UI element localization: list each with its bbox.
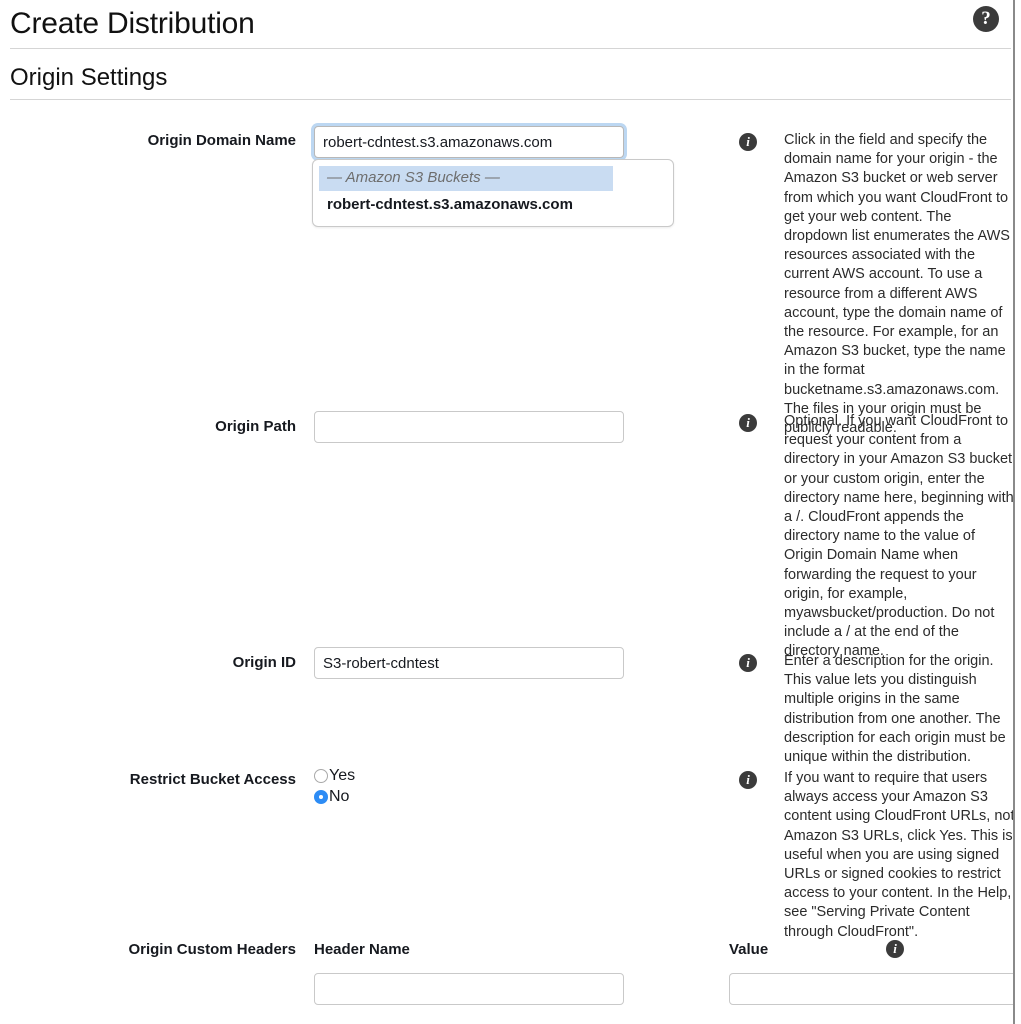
info-circle-icon: i <box>739 654 757 672</box>
section-divider <box>10 99 1011 100</box>
value-column-label: Value <box>729 941 769 958</box>
origin-path-label: Origin Path <box>215 418 296 435</box>
section-title: Origin Settings <box>10 64 168 91</box>
origin-id-input[interactable] <box>314 647 624 679</box>
origin-domain-name-input[interactable] <box>314 126 624 158</box>
radio-checked-icon[interactable] <box>314 789 328 804</box>
create-distribution-page: Create Distribution ? Origin Settings Or… <box>0 0 1021 1024</box>
page-header: Create Distribution <box>10 4 1005 46</box>
vertical-scrollbar[interactable] <box>1013 0 1021 1024</box>
origin-path-input[interactable] <box>314 411 624 443</box>
header-divider <box>10 48 1011 49</box>
origin-domain-name-dropdown[interactable]: — Amazon S3 Buckets — robert-cdntest.s3.… <box>312 159 674 227</box>
origin-custom-headers-label: Origin Custom Headers <box>128 941 296 958</box>
radio-unchecked-icon[interactable] <box>314 768 328 783</box>
origin-domain-name-help-text: Click in the field and specify the domai… <box>784 132 1010 437</box>
restrict-bucket-access-radio-group[interactable]: Yes No <box>314 765 355 807</box>
restrict-bucket-access-option-yes-label: Yes <box>329 766 356 784</box>
restrict-bucket-access-option-no-label: No <box>329 787 350 805</box>
restrict-bucket-access-option-no[interactable]: No <box>314 786 355 807</box>
restrict-bucket-access-label: Restrict Bucket Access <box>129 771 296 788</box>
help-badge-icon[interactable]: ? <box>973 6 999 32</box>
header-value-input[interactable] <box>729 973 1021 1005</box>
info-circle-icon: i <box>739 414 757 432</box>
info-circle-icon: i <box>739 133 757 151</box>
dropdown-option-s3-bucket[interactable]: robert-cdntest.s3.amazonaws.com <box>319 192 667 218</box>
page-title: Create Distribution <box>10 7 255 40</box>
header-name-input[interactable] <box>314 973 624 1005</box>
origin-id-help-text: Enter a description for the origin. This… <box>784 653 1006 766</box>
origin-path-help-text: Optional. If you want CloudFront to requ… <box>784 413 1014 660</box>
origin-domain-name-label: Origin Domain Name <box>147 132 296 149</box>
origin-id-label: Origin ID <box>232 654 296 671</box>
info-circle-icon: i <box>886 940 904 958</box>
header-name-column-label: Header Name <box>314 941 410 958</box>
info-circle-icon: i <box>739 771 757 789</box>
restrict-bucket-access-option-yes[interactable]: Yes <box>314 765 355 786</box>
restrict-bucket-access-help-text: If you want to require that users always… <box>784 770 1015 940</box>
dropdown-group-label: — Amazon S3 Buckets — <box>319 166 613 191</box>
